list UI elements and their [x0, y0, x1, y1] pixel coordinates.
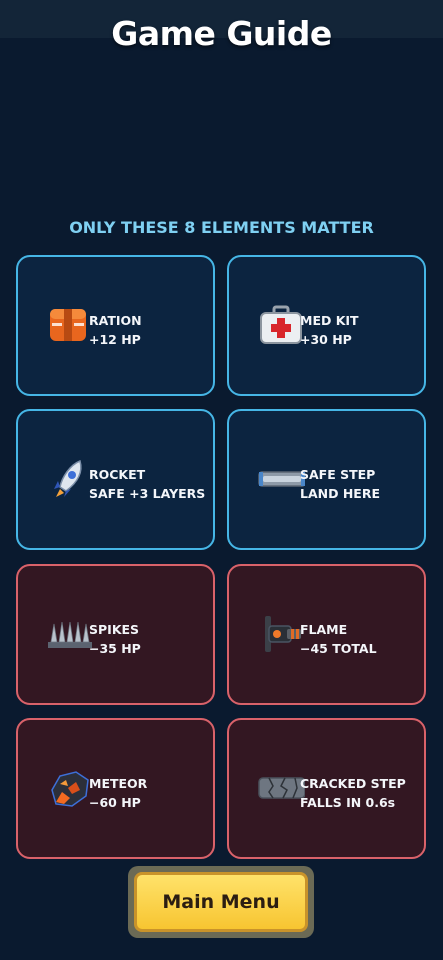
element-effect: LAND HERE	[300, 486, 380, 501]
element-name: MED KIT	[300, 313, 359, 328]
element-card-safe-step: SAFE STEP LAND HERE	[227, 409, 426, 550]
main-menu-button[interactable]: Main Menu	[134, 872, 308, 932]
element-effect: −35 HP	[89, 641, 141, 656]
ration-crate-icon	[46, 301, 94, 349]
element-card-medkit: MED KIT +30 HP	[227, 255, 426, 396]
safe-step-icon	[257, 455, 305, 503]
element-name: RATION	[89, 313, 142, 328]
spikes-icon	[46, 610, 94, 658]
cracked-step-icon	[257, 764, 305, 812]
medkit-icon	[257, 301, 305, 349]
element-name: METEOR	[89, 776, 148, 791]
element-name: CRACKED STEP	[300, 776, 406, 791]
element-name: ROCKET	[89, 467, 146, 482]
section-subtitle: ONLY THESE 8 ELEMENTS MATTER	[69, 218, 374, 237]
element-card-spikes: SPIKES −35 HP	[16, 564, 215, 705]
element-effect: −60 HP	[89, 795, 141, 810]
element-name: SAFE STEP	[300, 467, 376, 482]
element-card-flame: FLAME −45 TOTAL	[227, 564, 426, 705]
element-effect: SAFE +3 LAYERS	[89, 486, 206, 501]
page-title: Game Guide	[111, 14, 332, 53]
element-effect: −45 TOTAL	[300, 641, 377, 656]
element-card-rocket: ROCKET SAFE +3 LAYERS	[16, 409, 215, 550]
rocket-icon	[46, 455, 94, 503]
main-menu-button-frame: Main Menu	[128, 866, 314, 938]
element-name: SPIKES	[89, 622, 140, 637]
element-card-ration: RATION +12 HP	[16, 255, 215, 396]
meteor-icon	[46, 764, 94, 812]
element-effect: FALLS IN 0.6s	[300, 795, 396, 810]
element-name: FLAME	[300, 622, 348, 637]
flame-icon	[257, 610, 305, 658]
element-effect: +30 HP	[300, 332, 352, 347]
element-effect: +12 HP	[89, 332, 141, 347]
element-card-cracked-step: CRACKED STEP FALLS IN 0.6s	[227, 718, 426, 859]
element-card-meteor: METEOR −60 HP	[16, 718, 215, 859]
